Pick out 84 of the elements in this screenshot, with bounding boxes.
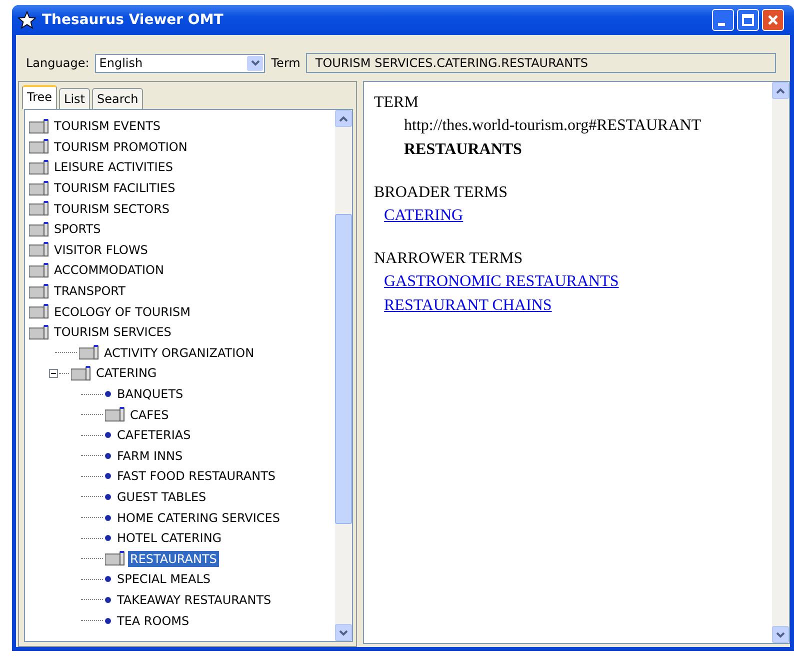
chevron-up-icon [339,116,348,122]
term-field[interactable]: TOURISM SERVICES.CATERING.RESTAURANTS [306,53,776,73]
tree-item[interactable]: ECOLOGY OF TOURISM [52,304,193,320]
chevron-down-icon [776,632,785,638]
close-icon [767,14,779,26]
scroll-down-button[interactable] [772,626,789,643]
term-label: Term [271,56,300,70]
book-icon [29,324,49,340]
scroll-down-button[interactable] [335,624,352,641]
bullet-icon [105,391,111,398]
chevron-down-icon [250,60,260,66]
language-label: Language: [26,56,90,70]
term-link[interactable]: GASTRONOMIC RESTAURANTS [384,273,619,290]
maximize-button[interactable] [737,9,759,31]
tree-item[interactable]: LEISURE ACTIVITIES [52,159,176,176]
scroll-up-button[interactable] [772,82,789,99]
book-icon [29,201,49,216]
book-icon [29,222,49,237]
book-icon [29,262,49,278]
maximize-icon [742,14,754,26]
book-icon [79,345,99,360]
scroll-up-button[interactable] [335,110,352,127]
tree-item[interactable]: TOURISM PROMOTION [52,138,190,155]
tree-item[interactable]: SPECIAL MEALS [115,571,213,588]
star-icon [18,11,36,29]
tree-item[interactable]: BANQUETS [115,386,186,402]
tree-item[interactable]: HOME CATERING SERVICES [115,510,282,526]
book-icon [29,118,49,134]
tree-item[interactable]: ACTIVITY ORGANIZATION [102,344,256,361]
tree-item[interactable]: TOURISM EVENTS [52,118,163,134]
section-heading: NARROWER TERMS [374,249,524,269]
tree-item[interactable]: TRANSPORT [52,283,128,300]
tree-item[interactable]: VISITOR FLOWS [52,242,150,258]
book-icon [29,139,49,154]
term-link[interactable]: CATERING [384,207,464,224]
collapse-icon[interactable] [49,368,58,378]
bullet-icon [105,596,111,603]
tab[interactable]: List [59,88,90,109]
close-button[interactable] [762,9,784,31]
term-uri: http://thes.world-tourism.org#RESTAURANT [403,116,702,136]
book-icon [29,180,49,196]
term-name: RESTAURANTS [403,140,523,160]
book-icon [29,242,49,258]
chevron-down-icon [339,630,348,636]
tree-item[interactable]: SPORTS [52,221,103,238]
tab[interactable]: Tree [22,85,58,109]
section-heading: BROADER TERMS [374,183,509,203]
bullet-icon [105,576,111,582]
book-icon [105,551,125,566]
tree-item[interactable]: CATERING [94,365,159,382]
section-heading: TERM [374,93,420,113]
language-dropdown[interactable]: English [95,54,266,72]
bullet-icon [105,514,111,521]
tree-item[interactable]: CAFETERIAS [115,427,193,444]
tree-item[interactable]: TOURISM FACILITIES [52,180,178,196]
bullet-icon [105,432,111,438]
tree-item[interactable]: GUEST TABLES [115,488,208,505]
bullet-icon [105,535,111,542]
tree-item[interactable]: CAFES [128,406,171,423]
book-icon [105,407,125,422]
bullet-icon [105,452,111,459]
tab[interactable]: Search [92,88,144,109]
book-icon [29,284,49,299]
bullet-icon [105,494,111,500]
tree-item[interactable]: TOURISM SERVICES [52,324,174,340]
minimize-button[interactable] [712,9,734,31]
bullet-icon [105,618,111,624]
term-link[interactable]: RESTAURANT CHAINS [384,297,552,314]
tree-item[interactable]: FARM INNS [115,448,185,464]
minimize-icon [718,22,725,26]
tree-item[interactable]: TOURISM SECTORS [52,200,172,217]
tree-item[interactable]: TEA ROOMS [115,612,192,629]
tree-item[interactable]: ACCOMMODATION [52,262,166,278]
book-icon [29,304,49,320]
book-icon [29,160,49,175]
window-title: Thesaurus Viewer OMT [42,12,224,28]
scroll-thumb[interactable] [335,214,352,524]
tree-item[interactable]: RESTAURANTS [128,550,219,567]
tree-item[interactable]: TAKEAWAY RESTAURANTS [115,592,274,608]
tree-item[interactable]: HOTEL CATERING [115,530,224,546]
chevron-up-icon [776,88,785,94]
bullet-icon [105,473,111,480]
book-icon [71,366,91,381]
tree-item[interactable]: FAST FOOD RESTAURANTS [115,468,278,484]
